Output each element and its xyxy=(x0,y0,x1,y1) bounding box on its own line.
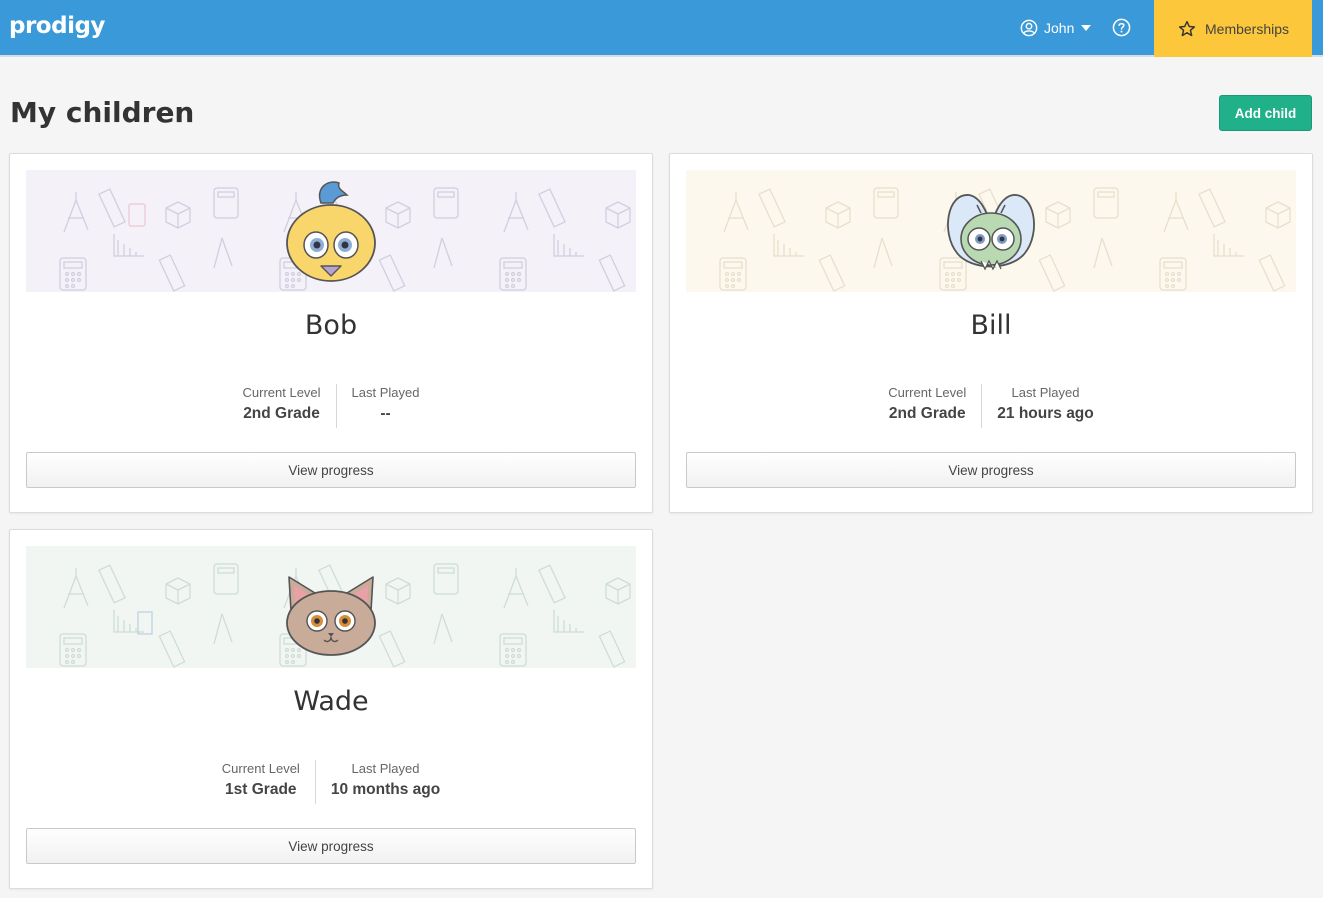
memberships-label: Memberships xyxy=(1205,20,1290,37)
child-name: Wade xyxy=(293,686,369,717)
page-title: My children xyxy=(10,96,195,129)
user-circle-icon xyxy=(1020,19,1038,37)
last-played-label: Last Played xyxy=(1011,385,1080,400)
view-progress-button[interactable]: View progress xyxy=(26,828,636,864)
current-level-stat: Current Level 2nd Grade xyxy=(873,384,981,428)
cat-avatar-icon xyxy=(286,576,376,656)
last-played-value: -- xyxy=(380,405,391,422)
child-stats: Current Level 1st Grade Last Played 10 m… xyxy=(10,760,652,804)
chevron-down-icon xyxy=(1081,25,1092,31)
current-level-label: Current Level xyxy=(242,385,321,400)
last-played-value: 10 months ago xyxy=(330,781,441,798)
child-name: Bill xyxy=(970,310,1012,341)
user-menu[interactable]: John xyxy=(1020,18,1092,38)
current-level-label: Current Level xyxy=(888,385,967,400)
prodigy-logo[interactable]: prodigy xyxy=(9,13,105,39)
help-icon[interactable] xyxy=(1112,18,1131,37)
last-played-label: Last Played xyxy=(351,761,420,776)
current-level-label: Current Level xyxy=(221,761,300,776)
child-banner xyxy=(26,170,636,292)
view-progress-button[interactable]: View progress xyxy=(686,452,1296,488)
child-stats: Current Level 2nd Grade Last Played -- xyxy=(10,384,652,428)
current-level-value: 2nd Grade xyxy=(888,405,966,422)
child-card: Bob Current Level 2nd Grade Last Played … xyxy=(9,153,653,513)
child-card: Bill Current Level 2nd Grade Last Played… xyxy=(669,153,1313,513)
child-stats: Current Level 2nd Grade Last Played 21 h… xyxy=(670,384,1312,428)
user-name: John xyxy=(1044,20,1075,36)
child-name: Bob xyxy=(304,310,358,341)
star-icon xyxy=(1178,20,1196,36)
bug-avatar-icon xyxy=(947,194,1035,271)
current-level-stat: Current Level 2nd Grade xyxy=(228,384,336,428)
add-child-button[interactable]: Add child xyxy=(1219,95,1312,131)
last-played-stat: Last Played 10 months ago xyxy=(314,760,455,804)
child-card: Wade Current Level 1st Grade Last Played… xyxy=(9,529,653,889)
last-played-stat: Last Played 21 hours ago xyxy=(981,384,1108,428)
view-progress-button[interactable]: View progress xyxy=(26,452,636,488)
bird-avatar-icon xyxy=(286,181,376,282)
last-played-value: 21 hours ago xyxy=(997,405,1094,422)
top-nav-bar: prodigy John Memberships xyxy=(0,0,1323,57)
current-level-value: 1st Grade xyxy=(225,781,297,798)
current-level-value: 2nd Grade xyxy=(243,405,320,422)
child-banner xyxy=(26,546,636,668)
child-banner xyxy=(686,170,1296,292)
current-level-stat: Current Level 1st Grade xyxy=(207,760,315,804)
memberships-button[interactable]: Memberships xyxy=(1154,0,1312,57)
last-played-stat: Last Played -- xyxy=(335,384,435,428)
last-played-label: Last Played xyxy=(351,385,420,400)
